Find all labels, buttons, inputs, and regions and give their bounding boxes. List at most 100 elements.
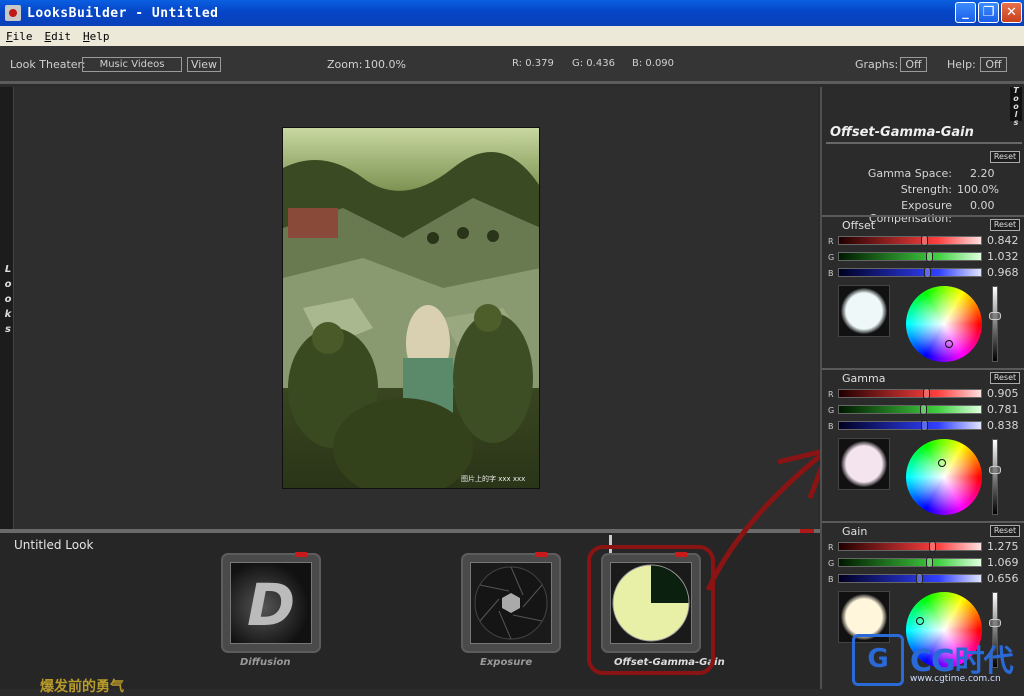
b-slider[interactable] <box>838 420 982 431</box>
b-value[interactable]: 0.968 <box>987 266 1019 279</box>
luminance-slider[interactable] <box>989 286 1001 362</box>
b-value[interactable]: 0.838 <box>987 419 1019 432</box>
channel-label: R <box>828 543 834 552</box>
color-swatch <box>838 438 890 490</box>
channel-label: B <box>828 575 834 584</box>
r-readout: R: 0.379 <box>512 58 554 69</box>
luminance-handle[interactable] <box>989 466 1001 475</box>
selection-highlight <box>587 545 715 675</box>
slider-handle[interactable] <box>915 573 923 584</box>
tool-flag <box>535 552 547 557</box>
strength-value[interactable]: 100.0% <box>957 183 999 196</box>
tool-settings-panel: Tools Offset-Gamma-Gain Reset Gamma Spac… <box>820 87 1024 689</box>
title-underline <box>826 142 1022 144</box>
looks-sidebar-tab[interactable]: Looks <box>0 87 14 529</box>
section-title: Gamma <box>842 372 886 385</box>
color-wheel[interactable] <box>906 439 982 515</box>
b-readout: B: 0.090 <box>632 58 675 69</box>
look-theater-select[interactable]: Music Videos <box>82 57 182 72</box>
r-value[interactable]: 0.905 <box>987 387 1019 400</box>
luminance-handle[interactable] <box>989 311 1001 320</box>
reset-offset-button[interactable]: Reset <box>990 219 1020 231</box>
preview-image: 图片上的字 xxx xxx <box>282 127 540 489</box>
watermark-logo: G <box>852 634 904 686</box>
swatch-glow <box>841 441 887 487</box>
slider-handle[interactable] <box>925 251 933 262</box>
exposure-comp-value[interactable]: 0.00 <box>970 199 995 212</box>
view-button[interactable]: View <box>187 57 221 72</box>
channel-label: B <box>828 269 834 278</box>
exposure-thumbnail <box>470 562 552 644</box>
color-wheel[interactable] <box>906 286 982 362</box>
g-value[interactable]: 1.032 <box>987 250 1019 263</box>
help-toggle[interactable]: Off <box>980 57 1007 72</box>
window-controls: _ ❐ ✕ <box>955 2 1022 23</box>
help-label: Help: <box>947 58 976 71</box>
channel-label: B <box>828 422 834 431</box>
channel-label: R <box>828 390 834 399</box>
slider-handle[interactable] <box>919 404 927 415</box>
exposure-tool[interactable] <box>461 552 561 653</box>
slider-handle[interactable] <box>922 388 930 399</box>
b-slider[interactable] <box>838 267 982 278</box>
swatch-glow <box>841 288 887 334</box>
b-slider[interactable] <box>838 573 982 584</box>
tools-tab[interactable]: Tools <box>1010 87 1022 127</box>
r-value[interactable]: 0.842 <box>987 234 1019 247</box>
wheel-handle[interactable] <box>915 616 924 625</box>
reset-gamma-button[interactable]: Reset <box>990 372 1020 384</box>
g-readout: G: 0.436 <box>572 58 615 69</box>
diffusion-tool[interactable]: D <box>221 552 321 653</box>
channel-label: R <box>828 237 834 246</box>
zoom-label: Zoom: <box>327 58 363 71</box>
gamma-space-value[interactable]: 2.20 <box>970 167 995 180</box>
menu-edit[interactable]: Edit <box>39 30 78 43</box>
tool-flag <box>295 552 307 557</box>
g-slider[interactable] <box>838 557 982 568</box>
slider-handle[interactable] <box>925 557 933 568</box>
zoom-value: 100.0% <box>364 58 406 71</box>
minimize-button[interactable]: _ <box>955 2 976 23</box>
r-slider[interactable] <box>838 235 982 246</box>
graphs-label: Graphs: <box>855 58 899 71</box>
channel-label: G <box>828 406 835 415</box>
aperture-icon <box>474 566 548 640</box>
g-value[interactable]: 0.781 <box>987 403 1019 416</box>
slider-handle[interactable] <box>921 420 929 431</box>
title-bar: LooksBuilder - Untitled _ ❐ ✕ <box>0 0 1024 26</box>
luminance-handle[interactable] <box>989 619 1001 628</box>
b-value[interactable]: 0.656 <box>987 572 1019 585</box>
wheel-handle[interactable] <box>945 339 954 348</box>
r-value[interactable]: 1.275 <box>987 540 1019 553</box>
graphs-toggle[interactable]: Off <box>900 57 927 72</box>
app-icon <box>5 5 21 21</box>
close-button[interactable]: ✕ <box>1001 2 1022 23</box>
annotation-arrow-icon <box>705 446 832 592</box>
g-slider[interactable] <box>838 404 982 415</box>
reset-gain-button[interactable]: Reset <box>990 525 1020 537</box>
g-value[interactable]: 1.069 <box>987 556 1019 569</box>
look-title: Untitled Look <box>14 538 94 552</box>
section-title: Offset <box>842 219 876 232</box>
r-slider[interactable] <box>838 541 982 552</box>
wheel-handle[interactable] <box>938 459 947 468</box>
image-caption: 图片上的字 xxx xxx <box>461 475 526 483</box>
maximize-button[interactable]: ❐ <box>978 2 999 23</box>
r-slider[interactable] <box>838 388 982 399</box>
slider-handle[interactable] <box>924 267 932 278</box>
slider-handle[interactable] <box>928 541 936 552</box>
menu-help[interactable]: Help <box>77 30 116 43</box>
look-theater-label: Look Theater: <box>10 58 86 71</box>
diffusion-label: Diffusion <box>240 657 291 668</box>
watermark-url: www.cgtime.com.cn <box>910 674 1001 684</box>
strength-label: Strength: <box>900 183 952 196</box>
channel-label: G <box>828 559 835 568</box>
slider-handle[interactable] <box>921 235 929 246</box>
g-slider[interactable] <box>838 251 982 262</box>
reset-all-button[interactable]: Reset <box>990 151 1020 163</box>
menu-file[interactable]: File <box>0 30 39 43</box>
gamma-space-label: Gamma Space: <box>867 167 952 180</box>
tools-label-text: Tools <box>1013 86 1019 127</box>
luminance-slider[interactable] <box>989 439 1001 515</box>
exposure-label: Exposure <box>480 657 533 668</box>
